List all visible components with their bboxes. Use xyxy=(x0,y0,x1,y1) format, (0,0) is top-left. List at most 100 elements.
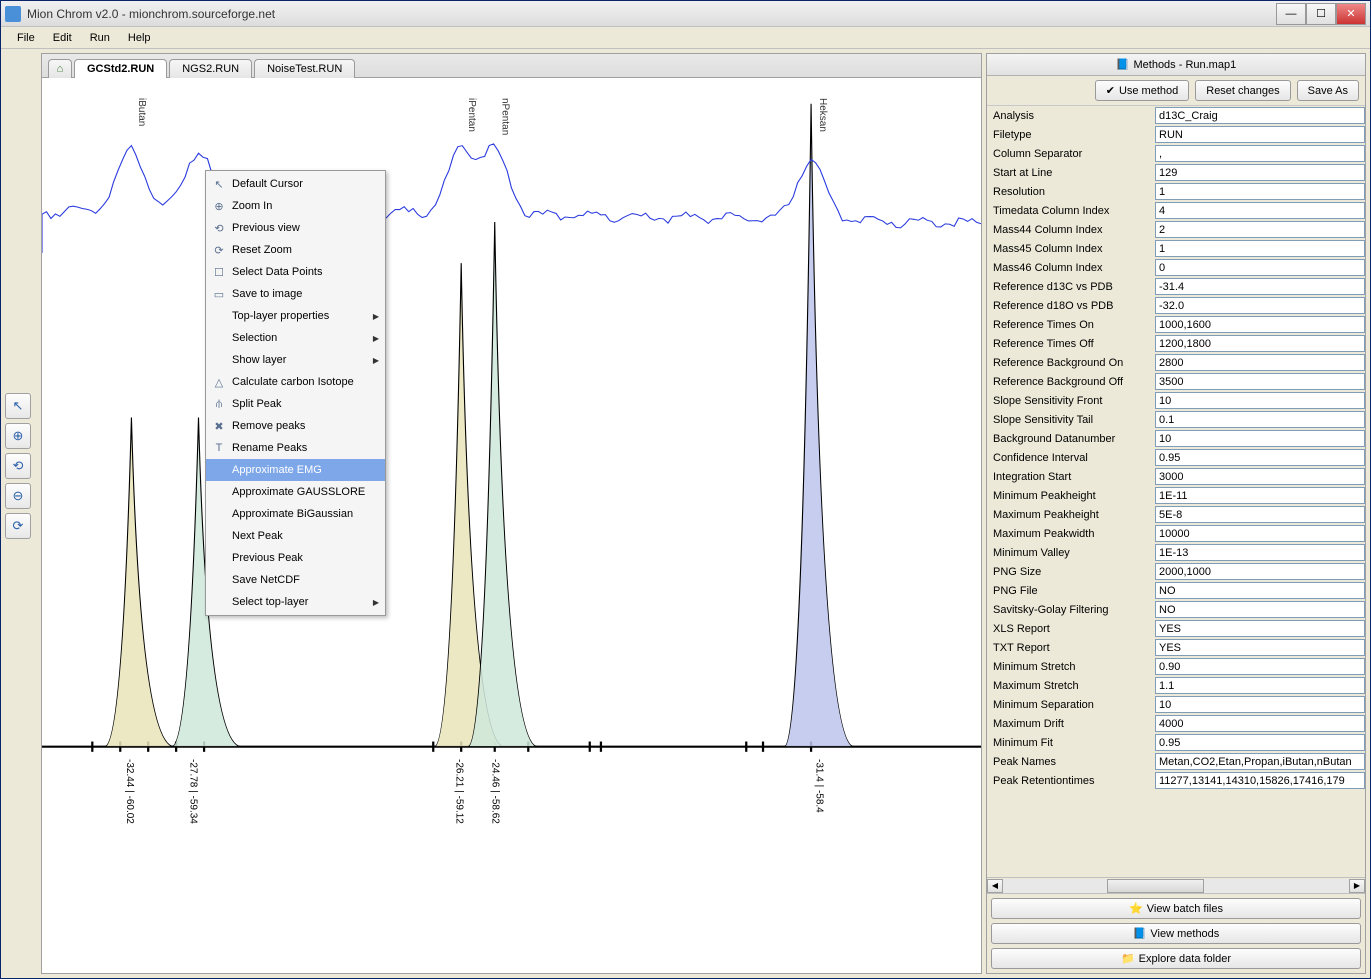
param-row: Maximum Stretch xyxy=(987,676,1365,695)
param-input-integration-start[interactable] xyxy=(1155,468,1365,485)
param-input-start-at-line[interactable] xyxy=(1155,164,1365,181)
scroll-thumb[interactable] xyxy=(1107,879,1204,893)
ctx-approximate-bigaussian[interactable]: Approximate BiGaussian xyxy=(206,503,385,525)
minimize-button[interactable] xyxy=(1276,3,1306,25)
param-input-mass46-column-index[interactable] xyxy=(1155,259,1365,276)
chromatogram-chart[interactable]: ↖Default Cursor⊕Zoom In⟲Previous view⟳Re… xyxy=(42,78,981,973)
param-row: Minimum Separation xyxy=(987,695,1365,714)
param-label: Confidence Interval xyxy=(987,452,1155,464)
menu-edit[interactable]: Edit xyxy=(45,30,80,46)
ctx-rename-peaks[interactable]: TRename Peaks xyxy=(206,437,385,459)
ctx-select-top-layer[interactable]: Select top-layer xyxy=(206,591,385,613)
param-input-maximum-peakwidth[interactable] xyxy=(1155,525,1365,542)
home-tab[interactable]: ⌂ xyxy=(48,59,72,78)
ctx-selection[interactable]: Selection xyxy=(206,327,385,349)
param-input-png-size[interactable] xyxy=(1155,563,1365,580)
chart-context-menu: ↖Default Cursor⊕Zoom In⟲Previous view⟳Re… xyxy=(205,170,386,616)
param-input-timedata-column-index[interactable] xyxy=(1155,202,1365,219)
param-input-savitsky-golay-filtering[interactable] xyxy=(1155,601,1365,618)
param-input-reference-d13c-vs-pdb[interactable] xyxy=(1155,278,1365,295)
save-as-button[interactable]: Save As xyxy=(1297,80,1359,101)
param-input-mass45-column-index[interactable] xyxy=(1155,240,1365,257)
tab-noisetest[interactable]: NoiseTest.RUN xyxy=(254,59,355,78)
tab-bar: ⌂ GCStd2.RUN NGS2.RUN NoiseTest.RUN xyxy=(42,54,981,78)
ctx-default-cursor[interactable]: ↖Default Cursor xyxy=(206,173,385,195)
param-input-png-file[interactable] xyxy=(1155,582,1365,599)
param-input-reference-background-off[interactable] xyxy=(1155,373,1365,390)
param-input-reference-d18o-vs-pdb[interactable] xyxy=(1155,297,1365,314)
ctx-save-to-image[interactable]: ▭Save to image xyxy=(206,283,385,305)
param-input-peak-retentiontimes[interactable] xyxy=(1155,772,1365,789)
tool-zoom-in[interactable]: ⊕ xyxy=(5,423,31,449)
ctx-next-peak[interactable]: Next Peak xyxy=(206,525,385,547)
param-label: Mass46 Column Index xyxy=(987,262,1155,274)
explore-data-folder-button[interactable]: 📁Explore data folder xyxy=(991,948,1361,969)
view-methods-button[interactable]: 📘View methods xyxy=(991,923,1361,944)
param-input-resolution[interactable] xyxy=(1155,183,1365,200)
param-label: Minimum Peakheight xyxy=(987,490,1155,502)
param-row: Minimum Stretch xyxy=(987,657,1365,676)
param-input-confidence-interval[interactable] xyxy=(1155,449,1365,466)
tool-zoom-previous[interactable]: ⟲ xyxy=(5,453,31,479)
ctx-icon: ▭ xyxy=(210,288,228,301)
ctx-select-data-points[interactable]: ☐Select Data Points xyxy=(206,261,385,283)
param-label: XLS Report xyxy=(987,623,1155,635)
ctx-reset-zoom[interactable]: ⟳Reset Zoom xyxy=(206,239,385,261)
param-input-slope-sensitivity-front[interactable] xyxy=(1155,392,1365,409)
tab-gcstd2[interactable]: GCStd2.RUN xyxy=(74,59,167,78)
ctx-approximate-gausslore[interactable]: Approximate GAUSSLORE xyxy=(206,481,385,503)
param-input-maximum-drift[interactable] xyxy=(1155,715,1365,732)
param-input-analysis[interactable] xyxy=(1155,107,1365,124)
methods-icon: 📘 xyxy=(1116,58,1130,71)
ctx-previous-peak[interactable]: Previous Peak xyxy=(206,547,385,569)
param-input-xls-report[interactable] xyxy=(1155,620,1365,637)
param-row: Minimum Fit xyxy=(987,733,1365,752)
ctx-approximate-emg[interactable]: Approximate EMG xyxy=(206,459,385,481)
param-input-mass44-column-index[interactable] xyxy=(1155,221,1365,238)
param-input-reference-times-off[interactable] xyxy=(1155,335,1365,352)
param-input-minimum-peakheight[interactable] xyxy=(1155,487,1365,504)
param-label: Reference Background On xyxy=(987,357,1155,369)
ctx-split-peak[interactable]: ⫛Split Peak xyxy=(206,393,385,415)
param-input-background-datanumber[interactable] xyxy=(1155,430,1365,447)
ctx-top-layer-properties[interactable]: Top-layer properties xyxy=(206,305,385,327)
param-label: Reference Background Off xyxy=(987,376,1155,388)
param-input-minimum-separation[interactable] xyxy=(1155,696,1365,713)
param-input-txt-report[interactable] xyxy=(1155,639,1365,656)
param-label: Peak Retentiontimes xyxy=(987,775,1155,787)
close-button[interactable] xyxy=(1336,3,1366,25)
param-input-maximum-stretch[interactable] xyxy=(1155,677,1365,694)
view-batch-files-button[interactable]: ⭐View batch files xyxy=(991,898,1361,919)
maximize-button[interactable] xyxy=(1306,3,1336,25)
param-input-minimum-fit[interactable] xyxy=(1155,734,1365,751)
tool-zoom-reset[interactable]: ⟳ xyxy=(5,513,31,539)
use-method-button[interactable]: ✔Use method xyxy=(1095,80,1190,101)
tab-ngs2[interactable]: NGS2.RUN xyxy=(169,59,252,78)
reset-changes-button[interactable]: Reset changes xyxy=(1195,80,1290,101)
tool-cursor[interactable]: ↖ xyxy=(5,393,31,419)
param-input-minimum-valley[interactable] xyxy=(1155,544,1365,561)
param-input-slope-sensitivity-tail[interactable] xyxy=(1155,411,1365,428)
param-input-peak-names[interactable] xyxy=(1155,753,1365,770)
ctx-zoom-in[interactable]: ⊕Zoom In xyxy=(206,195,385,217)
menu-help[interactable]: Help xyxy=(120,30,159,46)
ctx-previous-view[interactable]: ⟲Previous view xyxy=(206,217,385,239)
param-input-maximum-peakheight[interactable] xyxy=(1155,506,1365,523)
tool-zoom-out[interactable]: ⊖ xyxy=(5,483,31,509)
menu-file[interactable]: File xyxy=(9,30,43,46)
ctx-icon: ✖ xyxy=(210,420,228,433)
ctx-remove-peaks[interactable]: ✖Remove peaks xyxy=(206,415,385,437)
param-input-reference-times-on[interactable] xyxy=(1155,316,1365,333)
param-input-column-separator[interactable] xyxy=(1155,145,1365,162)
ctx-show-layer[interactable]: Show layer xyxy=(206,349,385,371)
param-input-minimum-stretch[interactable] xyxy=(1155,658,1365,675)
param-input-reference-background-on[interactable] xyxy=(1155,354,1365,371)
param-input-filetype[interactable] xyxy=(1155,126,1365,143)
scroll-right-icon[interactable]: ▶ xyxy=(1349,879,1365,893)
param-label: TXT Report xyxy=(987,642,1155,654)
params-hscroll[interactable]: ◀ ▶ xyxy=(987,877,1365,893)
menu-run[interactable]: Run xyxy=(82,30,118,46)
ctx-calculate-carbon-isotope[interactable]: △Calculate carbon Isotope xyxy=(206,371,385,393)
scroll-left-icon[interactable]: ◀ xyxy=(987,879,1003,893)
ctx-save-netcdf[interactable]: Save NetCDF xyxy=(206,569,385,591)
